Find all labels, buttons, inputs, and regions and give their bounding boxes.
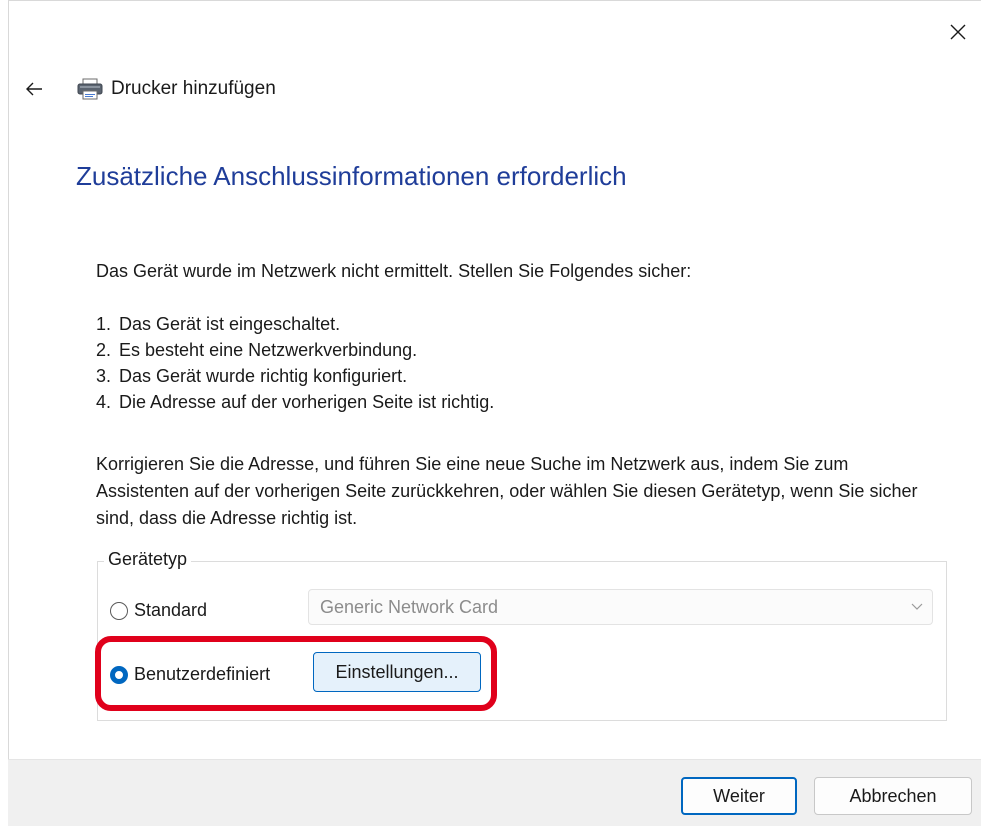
page-heading: Zusätzliche Anschlussinformationen erfor… <box>76 161 627 191</box>
list-number: 1. <box>96 314 112 334</box>
list-number: 3. <box>96 366 112 386</box>
close-button[interactable] <box>943 17 973 47</box>
next-button[interactable]: Weiter <box>681 777 797 815</box>
device-type-legend: Gerätetyp <box>104 549 192 570</box>
standard-option[interactable]: Standard <box>110 600 207 621</box>
dialog-header: Drucker hinzufügen <box>19 73 276 105</box>
printer-icon <box>77 77 105 101</box>
instruction-text: Korrigieren Sie die Adresse, und führen … <box>96 454 918 528</box>
list-text: Das Gerät wurde richtig konfiguriert. <box>119 366 408 386</box>
list-item: 3. Das Gerät wurde richtig konfiguriert. <box>96 363 494 389</box>
cancel-button[interactable]: Abbrechen <box>814 777 972 815</box>
list-text: Das Gerät ist eingeschaltet. <box>119 314 341 334</box>
standard-device-dropdown: Generic Network Card <box>308 589 933 625</box>
close-icon <box>950 24 966 40</box>
standard-radio[interactable] <box>110 601 128 620</box>
list-item: 2. Es besteht eine Netzwerkverbindung. <box>96 337 494 363</box>
back-arrow-icon <box>26 82 42 96</box>
back-button[interactable] <box>19 74 49 104</box>
standard-label: Standard <box>134 600 208 620</box>
checklist: 1. Das Gerät ist eingeschaltet. 2. Es be… <box>96 311 494 415</box>
list-item: 1. Das Gerät ist eingeschaltet. <box>96 311 494 337</box>
list-number: 4. <box>96 392 112 412</box>
list-item: 4. Die Adresse auf der vorherigen Seite … <box>96 389 494 415</box>
window-title: Drucker hinzufügen <box>111 78 276 99</box>
dropdown-value: Generic Network Card <box>320 596 499 617</box>
dialog-footer: Weiter Abbrechen <box>8 759 981 826</box>
list-text: Die Adresse auf der vorherigen Seite ist… <box>119 392 495 412</box>
list-text: Es besteht eine Netzwerkverbindung. <box>119 340 418 360</box>
highlight-annotation <box>95 636 497 711</box>
chevron-down-icon <box>911 603 923 610</box>
intro-text: Das Gerät wurde im Netzwerk nicht ermitt… <box>96 261 692 281</box>
list-number: 2. <box>96 340 112 360</box>
